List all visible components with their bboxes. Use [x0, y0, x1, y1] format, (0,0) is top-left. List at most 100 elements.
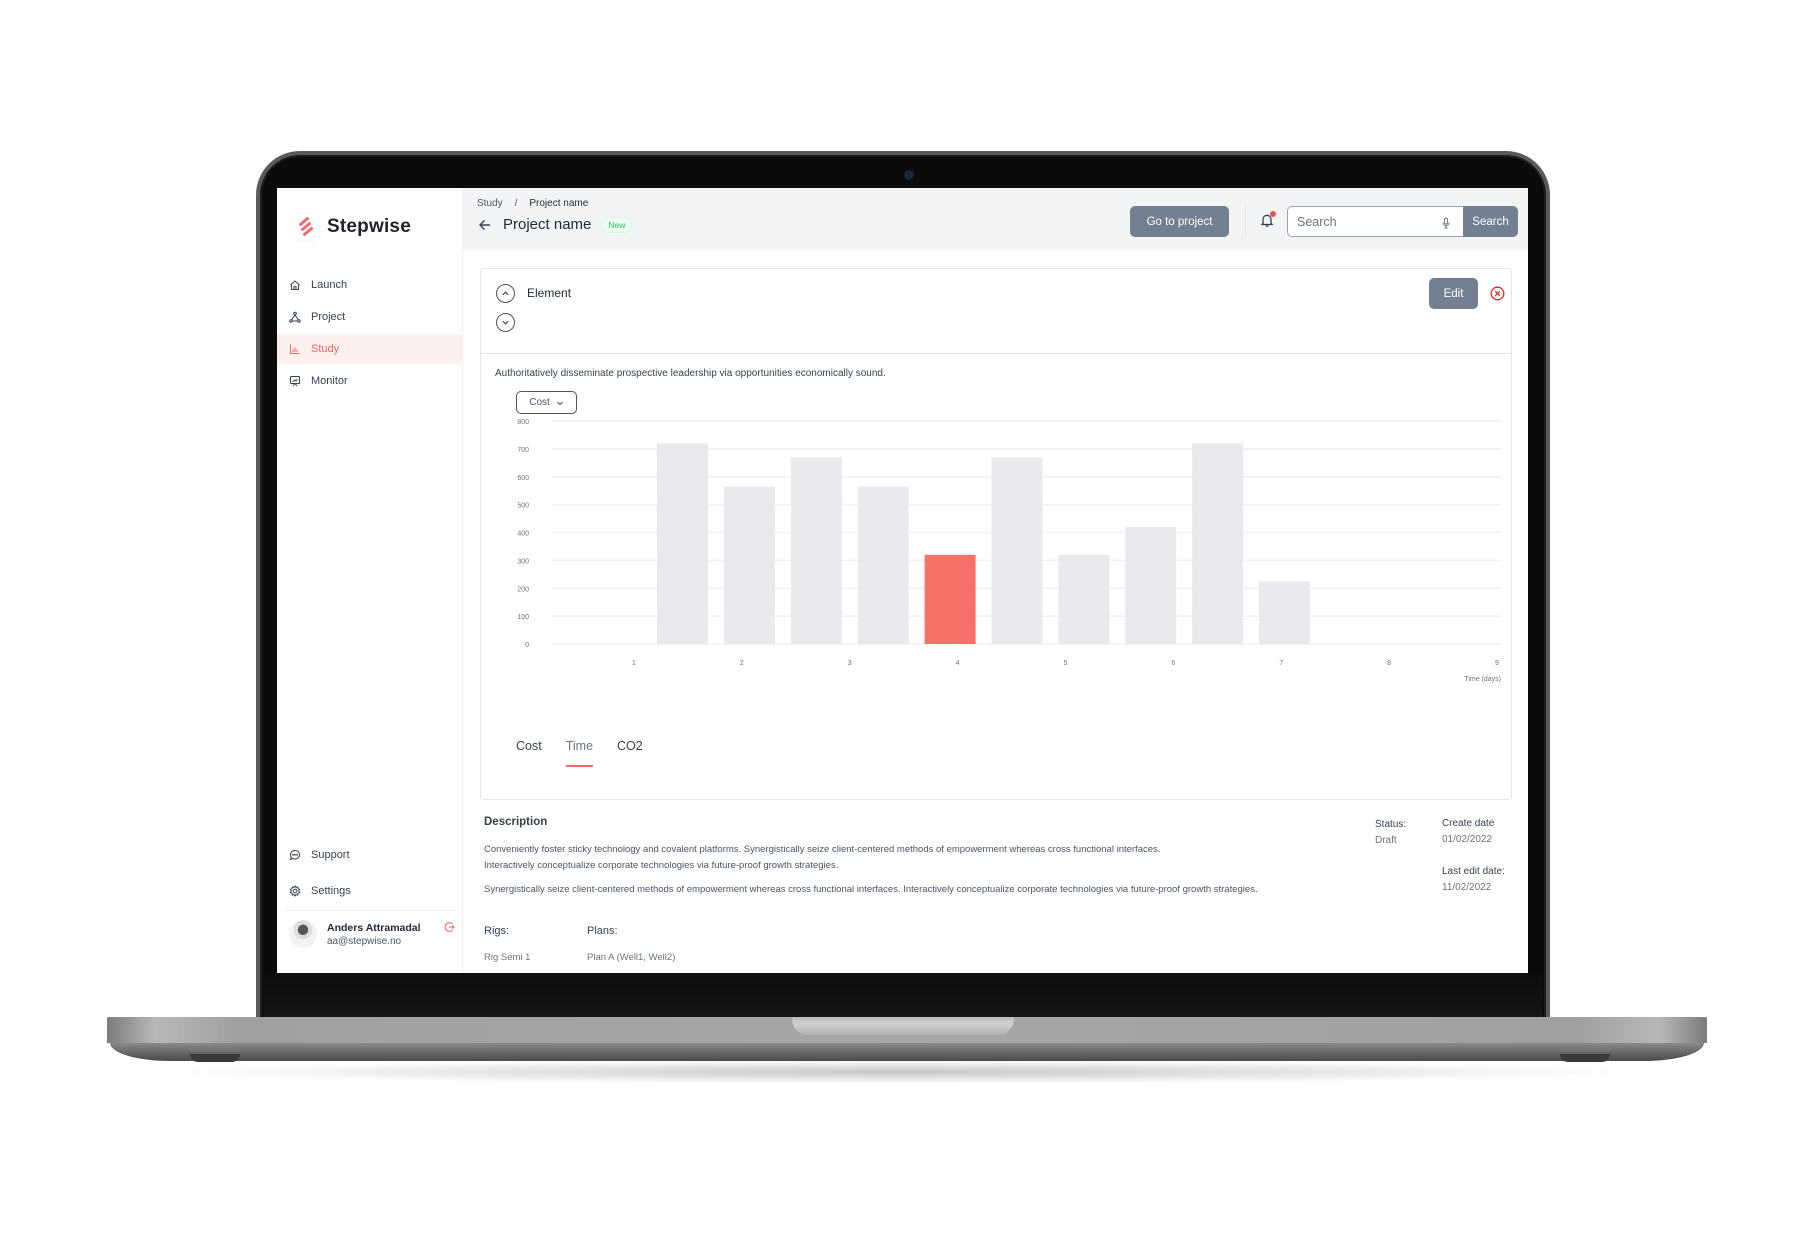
microphone-icon[interactable] — [1441, 216, 1451, 228]
x-tick-label: 6 — [1171, 660, 1175, 667]
arrow-left-icon[interactable] — [477, 217, 493, 233]
x-tick-label: 1 — [632, 660, 636, 667]
chat-bubble-icon — [289, 849, 301, 861]
status-badge-new: New — [601, 216, 633, 233]
plans-label: Plans: — [587, 925, 618, 937]
x-tick-label: 3 — [848, 660, 852, 667]
metric-tabs: Cost Time CO2 — [516, 739, 643, 767]
page-title: Project name — [503, 216, 592, 233]
go-to-project-button[interactable]: Go to project — [1130, 206, 1229, 237]
user-profile[interactable]: Anders Attramadal aa@stepwise.no — [289, 920, 455, 948]
camera-icon — [905, 171, 913, 179]
gear-icon — [289, 885, 301, 897]
project-nodes-icon — [289, 311, 301, 323]
rigs-value: Rig Semi 1 — [484, 952, 531, 963]
expand-down-button[interactable] — [496, 313, 515, 332]
sidebar-item-support[interactable]: Support — [277, 838, 463, 872]
monitor-icon — [289, 375, 301, 387]
breadcrumb-separator: / — [514, 198, 518, 209]
stepwise-logo-icon — [293, 214, 319, 240]
status-label: Status: — [1375, 819, 1407, 830]
sidebar-item-monitor[interactable]: Monitor — [277, 366, 463, 396]
x-tick-label: 5 — [1064, 660, 1068, 667]
search-button[interactable]: Search — [1463, 206, 1518, 237]
x-tick-label: 7 — [1279, 660, 1283, 667]
top-header: Study / Project name Project name New Go… — [463, 188, 1528, 250]
bar — [1258, 581, 1310, 644]
x-tick-label: 8 — [1387, 660, 1391, 667]
sidebar-item-label: Project — [311, 311, 346, 323]
bar — [1058, 554, 1110, 644]
sidebar-item-label: Monitor — [311, 375, 348, 387]
bar-chart: 0 100 200 300 400 500 600 700 800 1 2 3 4 5 6 7 8 9 Time (… — [517, 419, 1501, 683]
brand-name: Stepwise — [327, 216, 411, 237]
close-circle-icon[interactable] — [1490, 286, 1505, 301]
y-tick-label: 200 — [517, 586, 529, 593]
sidebar-item-label: Settings — [311, 885, 351, 897]
user-email: aa@stepwise.no — [327, 935, 402, 947]
y-tick-label: 300 — [517, 558, 529, 565]
plans-value: Plan A (Well1, Well2) — [587, 952, 676, 963]
sidebar-item-label: Study — [311, 343, 340, 355]
bar — [991, 457, 1043, 644]
breadcrumb-current: Project name — [529, 198, 589, 209]
rigs-label: Rigs: — [484, 925, 510, 937]
y-tick-label: 800 — [517, 419, 529, 426]
breadcrumb: Study / Project name — [477, 198, 588, 209]
bar — [657, 443, 709, 644]
bar — [857, 486, 909, 644]
sidebar-item-label: Launch — [311, 279, 348, 291]
sidebar-nav: Launch Project Study Monitor — [277, 270, 463, 398]
home-icon — [289, 279, 301, 291]
user-info: Anders Attramadal aa@stepwise.no — [327, 922, 421, 947]
sidebar-item-launch[interactable]: Launch — [277, 270, 463, 300]
avatar — [289, 920, 317, 948]
status-value: Draft — [1375, 835, 1397, 846]
sidebar-divider — [285, 910, 455, 911]
y-tick-label: 500 — [517, 503, 529, 510]
sidebar-bottom-nav: Support Settings — [277, 838, 463, 910]
description-line: Interactively conceptualize corporate te… — [484, 860, 839, 871]
laptop-notch — [792, 1017, 1014, 1035]
card-title: Element — [527, 286, 572, 300]
description-heading: Description — [484, 816, 548, 828]
description-paragraph-2: Synergistically seize client-centered me… — [484, 884, 1258, 895]
x-tick-label: 2 — [740, 660, 744, 667]
logout-icon[interactable] — [443, 920, 455, 932]
notification-dot — [1270, 211, 1276, 217]
y-tick-label: 100 — [517, 614, 529, 621]
search-field — [1287, 206, 1463, 237]
collapse-up-button[interactable] — [496, 284, 515, 303]
laptop-base-lower — [110, 1043, 1704, 1061]
bar — [1125, 526, 1177, 644]
brand[interactable]: Stepwise — [293, 214, 411, 240]
x-tick-label: 4 — [956, 660, 960, 667]
chevron-down-icon — [556, 401, 563, 405]
chevron-up-icon — [502, 291, 509, 296]
x-tick-label: 9 — [1495, 660, 1499, 667]
bar — [723, 486, 775, 644]
breadcrumb-study[interactable]: Study — [477, 198, 503, 209]
header-divider — [1245, 206, 1246, 236]
element-card: Element Edit Authoritatively disseminate… — [480, 268, 1512, 800]
tab-time[interactable]: Time — [565, 739, 594, 767]
laptop-shadow — [160, 1060, 1640, 1084]
y-tick-label: 600 — [517, 475, 529, 482]
sidebar-item-project[interactable]: Project — [277, 302, 463, 332]
search-input[interactable] — [1297, 214, 1437, 229]
tab-cost[interactable]: Cost — [516, 739, 542, 767]
last-edit-date-label: Last edit date: — [1442, 866, 1505, 877]
last-edit-date-value: 11/02/2022 — [1442, 882, 1492, 893]
chevron-down-icon — [502, 320, 509, 325]
laptop-bezel-bottom — [264, 973, 1542, 1019]
description-paragraph-1: Conveniently foster sticky technology an… — [484, 842, 1414, 874]
metric-select-value: Cost — [529, 397, 550, 408]
y-tick-label: 0 — [525, 642, 529, 649]
create-date-value: 01/02/2022 — [1442, 834, 1493, 845]
tab-co2[interactable]: CO2 — [617, 739, 643, 767]
sidebar-item-study[interactable]: Study — [277, 334, 463, 364]
x-axis-label: Time (days) — [1464, 676, 1501, 683]
sidebar-item-settings[interactable]: Settings — [277, 874, 463, 908]
edit-button[interactable]: Edit — [1429, 278, 1478, 309]
description-line: Conveniently foster sticky technology an… — [484, 844, 1161, 855]
